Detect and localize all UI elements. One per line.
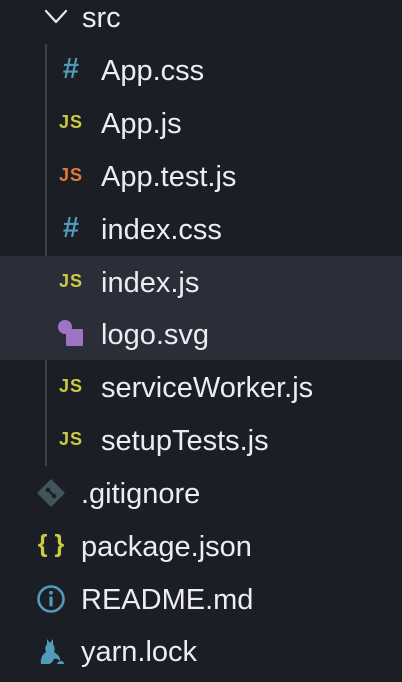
file-row-index-css[interactable]: # index.css — [0, 204, 402, 256]
file-label: README.md — [81, 584, 254, 616]
file-label: index.js — [101, 267, 200, 299]
file-label: .gitignore — [81, 478, 201, 510]
chevron-down-icon[interactable] — [44, 7, 68, 27]
file-row-app-css[interactable]: # App.css — [0, 45, 402, 97]
javascript-test-icon: JS — [58, 164, 84, 185]
git-diamond-icon — [37, 479, 65, 507]
file-row-setuptests-js[interactable]: JS setupTests.js — [0, 415, 402, 467]
javascript-icon: JS — [58, 375, 84, 396]
file-row-serviceworker-js[interactable]: JS serviceWorker.js — [0, 362, 402, 414]
yarn-cat-icon — [40, 639, 64, 664]
file-label: index.css — [101, 214, 222, 246]
svg-image-icon — [58, 320, 83, 346]
file-label: App.test.js — [101, 161, 237, 193]
javascript-icon: JS — [58, 270, 84, 291]
json-braces-icon: { } — [37, 529, 65, 558]
file-label: App.css — [101, 55, 205, 87]
file-row-logo-svg[interactable]: logo.svg — [0, 309, 402, 361]
file-label: logo.svg — [101, 319, 210, 351]
javascript-icon: JS — [58, 111, 84, 132]
css-hash-icon: # — [62, 211, 80, 244]
file-label: serviceWorker.js — [101, 372, 314, 404]
file-row-package-json[interactable]: { } package.json — [0, 521, 402, 573]
file-label: yarn.lock — [81, 636, 198, 668]
file-label: package.json — [81, 531, 252, 563]
file-row-readme-md[interactable]: README.md — [0, 574, 402, 626]
file-row-index-js[interactable]: JS index.js — [0, 257, 402, 309]
file-label: setupTests.js — [101, 425, 269, 457]
css-hash-icon: # — [62, 52, 80, 85]
file-row-yarn-lock[interactable]: yarn.lock — [0, 626, 402, 678]
info-icon — [37, 585, 65, 613]
file-row-app-js[interactable]: JS App.js — [0, 98, 402, 150]
file-row-app-test-js[interactable]: JS App.test.js — [0, 151, 402, 203]
file-explorer-panel: src # App.css JS App.js JS App.test.js #… — [0, 0, 402, 682]
file-label: App.js — [101, 108, 182, 140]
folder-label: src — [82, 2, 121, 34]
javascript-icon: JS — [58, 428, 84, 449]
file-row-gitignore[interactable]: .gitignore — [0, 468, 402, 520]
